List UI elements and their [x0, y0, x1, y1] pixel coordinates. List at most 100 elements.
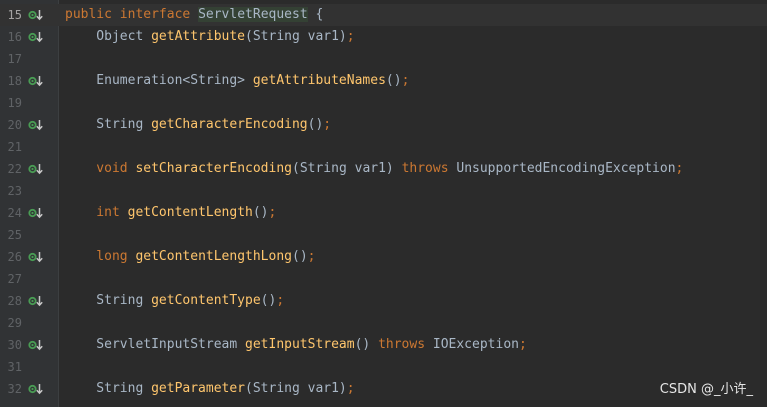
code-token: UnsupportedEncodingException: [448, 161, 676, 176]
line-number: 26: [7, 250, 22, 264]
code-token: public: [65, 7, 112, 22]
code-text[interactable]: Object getAttribute(String var1);: [65, 26, 355, 48]
code-text[interactable]: void setCharacterEncoding(String var1) t…: [65, 158, 683, 180]
code-token: (): [252, 205, 269, 220]
code-token: throws: [378, 337, 426, 352]
code-token: long: [65, 249, 136, 264]
implemented-arrow-icon[interactable]: [28, 9, 44, 21]
code-text[interactable]: String getParameter(String var1);: [65, 378, 355, 400]
implemented-arrow-icon[interactable]: [28, 251, 44, 263]
code-line[interactable]: 31: [0, 356, 767, 378]
line-number: 17: [7, 52, 22, 66]
code-token: IOException: [425, 337, 519, 352]
code-token: getInputStream: [245, 337, 355, 352]
code-token: void: [65, 161, 136, 176]
code-token: getContentLengthLong: [135, 249, 292, 264]
code-text[interactable]: int getContentLength();: [65, 202, 276, 224]
code-token: (): [354, 337, 379, 352]
code-text[interactable]: public interface ServletRequest {: [65, 4, 323, 26]
line-number: 22: [7, 162, 22, 176]
line-number: 19: [7, 96, 22, 110]
line-number: 15: [7, 8, 22, 22]
code-line[interactable]: 30 ServletInputStream getInputStream() t…: [0, 334, 767, 356]
code-line[interactable]: 15 public interface ServletRequest {: [0, 4, 767, 26]
code-token: getContentLength: [127, 205, 253, 220]
code-token: ;: [323, 117, 332, 132]
implemented-arrow-icon[interactable]: [28, 339, 44, 351]
code-token: {: [307, 7, 324, 22]
code-token: ;: [401, 73, 410, 88]
code-token: String: [65, 293, 152, 308]
line-number: 20: [7, 118, 22, 132]
code-line[interactable]: 20 String getCharacterEncoding();: [0, 114, 767, 136]
line-number: 16: [7, 30, 22, 44]
code-line[interactable]: 17: [0, 48, 767, 70]
code-token: Object: [65, 29, 152, 44]
code-token: ;: [346, 29, 355, 44]
code-text[interactable]: Enumeration<String> getAttributeNames();: [65, 70, 409, 92]
code-token: (String var1): [245, 381, 347, 396]
code-line[interactable]: 22 void setCharacterEncoding(String var1…: [0, 158, 767, 180]
implemented-arrow-icon[interactable]: [28, 295, 44, 307]
code-token: Enumeration<String>: [65, 73, 253, 88]
code-token: ;: [276, 293, 285, 308]
implemented-arrow-icon[interactable]: [28, 31, 44, 43]
implemented-arrow-icon[interactable]: [28, 383, 44, 395]
code-token: throws: [401, 161, 449, 176]
code-token: ServletRequest: [198, 7, 308, 22]
code-line[interactable]: 28 String getContentType();: [0, 290, 767, 312]
line-number: 23: [7, 184, 22, 198]
code-line[interactable]: 32 String getParameter(String var1);: [0, 378, 767, 400]
code-token: (String var1): [292, 161, 402, 176]
line-number: 27: [7, 272, 22, 286]
code-token: interface: [119, 7, 191, 22]
implemented-arrow-icon[interactable]: [28, 163, 44, 175]
code-token: getContentType: [151, 293, 261, 308]
code-line[interactable]: 27: [0, 268, 767, 290]
code-token: getCharacterEncoding: [151, 117, 308, 132]
code-line[interactable]: 23: [0, 180, 767, 202]
code-line[interactable]: 18 Enumeration<String> getAttributeNames…: [0, 70, 767, 92]
implemented-arrow-icon[interactable]: [28, 119, 44, 131]
code-token: ;: [518, 337, 527, 352]
line-number: 28: [7, 294, 22, 308]
code-token: (): [292, 249, 308, 264]
code-line[interactable]: 16 Object getAttribute(String var1);: [0, 26, 767, 48]
code-token: (): [307, 117, 324, 132]
code-token: ;: [307, 249, 316, 264]
code-token: String: [65, 117, 152, 132]
code-token: getAttribute: [151, 29, 246, 44]
code-token: int: [65, 205, 128, 220]
code-line[interactable]: 25: [0, 224, 767, 246]
code-token: ;: [346, 381, 355, 396]
line-number: 21: [7, 140, 22, 154]
code-editor[interactable]: 15 public interface ServletRequest {16 Ob…: [0, 0, 767, 407]
line-number: 31: [7, 360, 22, 374]
watermark: CSDN @_小许_: [659, 382, 753, 397]
code-line[interactable]: 26 long getContentLengthLong();: [0, 246, 767, 268]
code-token: (String var1): [245, 29, 347, 44]
code-token: getAttributeNames: [252, 73, 386, 88]
line-number: 25: [7, 228, 22, 242]
code-line[interactable]: 29: [0, 312, 767, 334]
implemented-arrow-icon[interactable]: [28, 207, 44, 219]
line-number: 24: [7, 206, 22, 220]
line-number: 29: [7, 316, 22, 330]
code-text[interactable]: long getContentLengthLong();: [65, 246, 315, 268]
code-token: String: [65, 381, 152, 396]
code-line[interactable]: 24 int getContentLength();: [0, 202, 767, 224]
code-text[interactable]: ServletInputStream getInputStream() thro…: [65, 334, 527, 356]
code-text[interactable]: String getCharacterEncoding();: [65, 114, 331, 136]
code-line[interactable]: 19: [0, 92, 767, 114]
line-number: 32: [7, 382, 22, 396]
code-token: ;: [268, 205, 277, 220]
code-text[interactable]: String getContentType();: [65, 290, 284, 312]
code-line[interactable]: 21: [0, 136, 767, 158]
line-number: 30: [7, 338, 22, 352]
line-number: 18: [7, 74, 22, 88]
implemented-arrow-icon[interactable]: [28, 75, 44, 87]
code-token: (): [385, 73, 402, 88]
code-token: (): [260, 293, 277, 308]
